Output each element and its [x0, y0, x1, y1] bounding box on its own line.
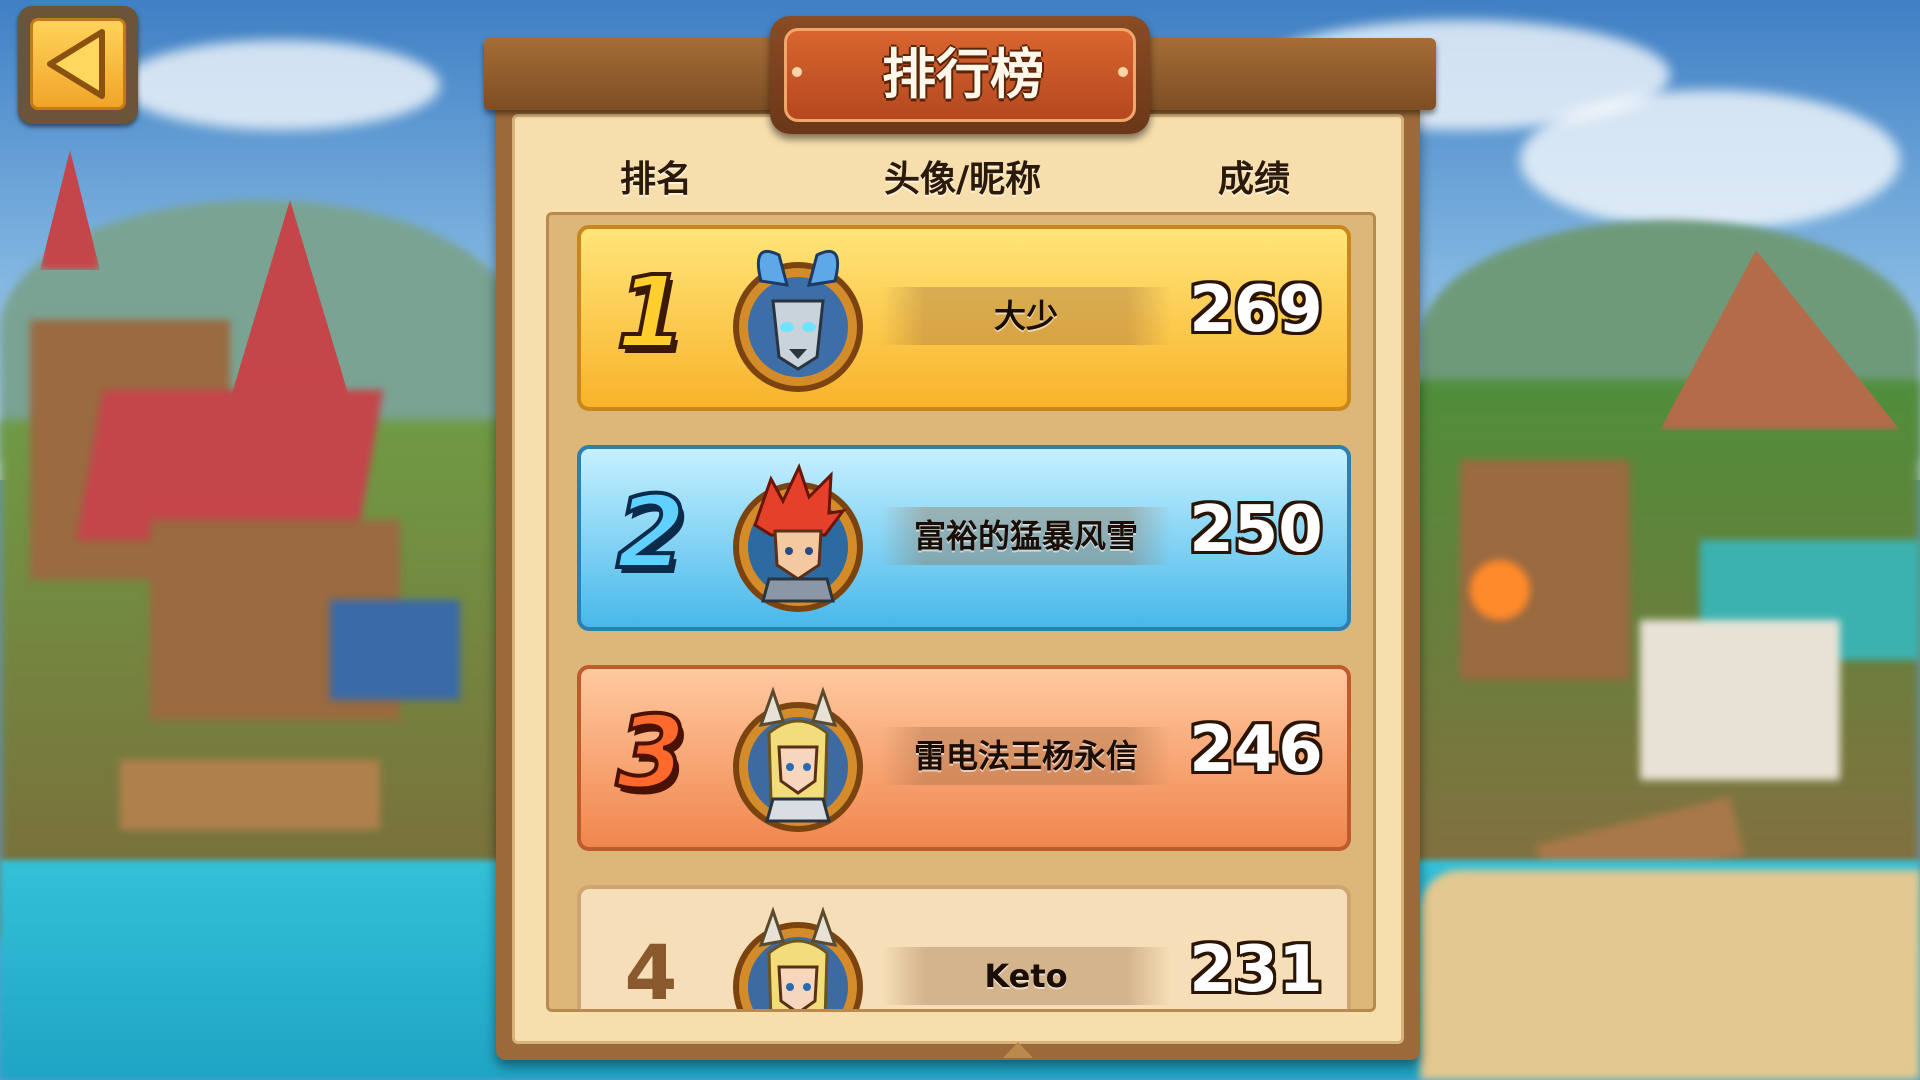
sand-path	[1420, 870, 1920, 1080]
leaderboard-row-3[interactable]: 3 雷电法王杨永信 246	[577, 665, 1351, 851]
house-wall-white	[1640, 620, 1840, 780]
title-plate-face: 排行榜	[784, 28, 1136, 122]
player-name: 雷电法王杨永信	[881, 727, 1171, 785]
player-score: 246	[1189, 713, 1323, 787]
house-roof	[76, 390, 384, 540]
red-haired-hero-avatar-icon	[733, 462, 863, 612]
rivet-icon	[1118, 67, 1128, 77]
leaderboard-row-2[interactable]: 2 富裕的猛暴风雪 250	[577, 445, 1351, 631]
column-header-avatar-name: 头像/昵称	[884, 159, 1042, 200]
player-name: 大少	[881, 287, 1171, 345]
leaderboard-row-1[interactable]: 1 大少 269	[577, 225, 1351, 411]
rank-number: 2	[614, 472, 688, 593]
column-header-score: 成绩	[1218, 159, 1291, 200]
rivet-icon	[792, 67, 802, 77]
wooden-dock	[120, 760, 380, 830]
page-title: 排行榜	[882, 43, 1044, 106]
column-header-rank: 排名	[620, 159, 693, 200]
player-score: 231	[1189, 933, 1323, 1007]
leaderboard-row-4[interactable]: 4 Keto 231	[577, 885, 1351, 1012]
leaderboard-list[interactable]: 1 大少 269 2 富裕的猛暴风雪 250 3 雷电法王杨永信 246 4 K…	[546, 212, 1376, 1012]
triangle-left-icon	[47, 29, 105, 99]
valkyrie-avatar-icon	[733, 906, 863, 1009]
player-score: 269	[1189, 273, 1323, 347]
player-score: 250	[1189, 493, 1323, 567]
player-name: 富裕的猛暴风雪	[881, 507, 1171, 565]
rank-number: 4	[624, 928, 678, 1012]
valkyrie-avatar-icon	[733, 686, 863, 832]
cloud	[120, 40, 440, 130]
title-plate: 排行榜	[770, 16, 1150, 134]
back-button[interactable]	[18, 6, 138, 124]
forge-fire	[1470, 560, 1530, 620]
horned-dark-knight-avatar-icon	[733, 249, 863, 392]
cloud	[1520, 90, 1900, 230]
awning	[330, 600, 460, 700]
rank-number: 3	[614, 692, 688, 813]
player-name: Keto	[881, 947, 1171, 1005]
rank-number: 1	[614, 252, 688, 373]
